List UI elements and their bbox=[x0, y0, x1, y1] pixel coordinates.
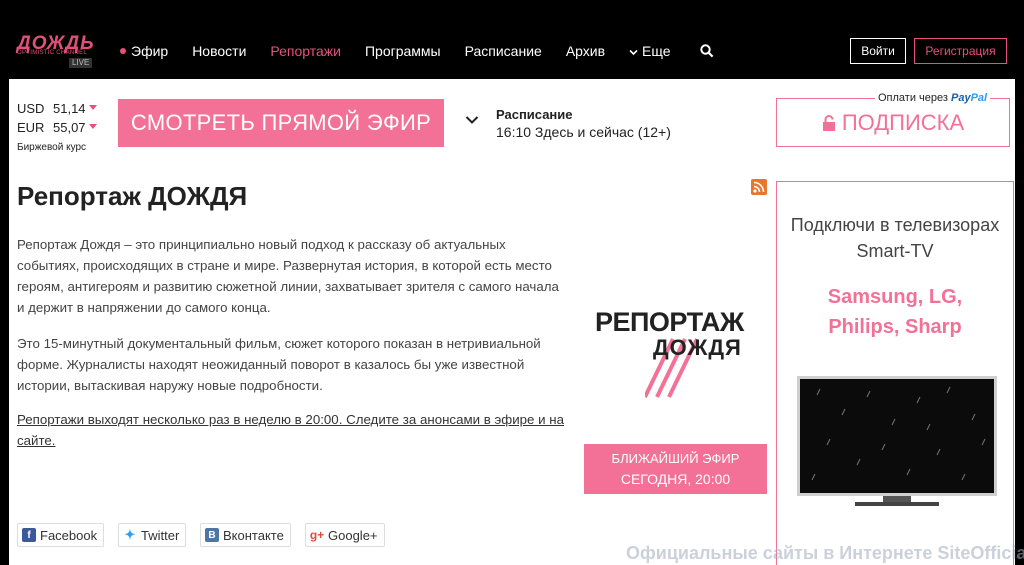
schedule-current-show: 16:10 Здесь и сейчас (12+) bbox=[496, 124, 671, 140]
share-facebook-button[interactable]: f Facebook bbox=[17, 523, 105, 547]
eur-code: EUR bbox=[17, 120, 45, 135]
article-schedule-link[interactable]: Репортажи выходят несколько раз в неделю… bbox=[17, 409, 569, 451]
usd-rate-row: USD 51,14 bbox=[17, 99, 97, 118]
nav-item-efir[interactable]: Эфир bbox=[120, 43, 168, 59]
nav-item-news[interactable]: Новости bbox=[192, 43, 246, 59]
usd-code: USD bbox=[17, 101, 45, 116]
paypal-note: Оплати через PayPal bbox=[875, 92, 991, 104]
article-paragraph-1: Репортаж Дождя – это принципиально новый… bbox=[17, 237, 559, 315]
share-googleplus-button[interactable]: g+ Google+ bbox=[305, 523, 385, 547]
main-content: USD 51,14 EUR 55,07 Биржевой курс СМОТРЕ… bbox=[9, 79, 1015, 565]
nav-item-more[interactable]: Еще bbox=[629, 43, 671, 59]
currency-rates: USD 51,14 EUR 55,07 Биржевой курс bbox=[17, 99, 97, 157]
nav-item-programs[interactable]: Программы bbox=[365, 43, 441, 59]
eur-value: 55,07 bbox=[53, 120, 86, 135]
schedule-now[interactable]: Расписание 16:10 Здесь и сейчас (12+) bbox=[496, 107, 671, 141]
lock-icon bbox=[822, 114, 835, 131]
page-title: Репортаж ДОЖДЯ bbox=[17, 181, 248, 211]
main-nav: Эфир Новости Репортажи Программы Расписа… bbox=[120, 42, 695, 60]
vkontakte-icon: B bbox=[205, 528, 219, 542]
logo-live-badge: LIVE bbox=[69, 58, 93, 68]
nav-item-schedule[interactable]: Расписание bbox=[465, 43, 542, 59]
share-vkontakte-button[interactable]: B Вконтакте bbox=[200, 523, 291, 547]
twitter-icon: ✦ bbox=[123, 527, 137, 542]
googleplus-icon: g+ bbox=[309, 528, 325, 542]
eur-rate-row: EUR 55,07 bbox=[17, 118, 97, 137]
site-logo[interactable]: ДОЖДЬ OPTIMISTIC CHANNEL LIVE bbox=[17, 34, 97, 68]
facebook-icon: f bbox=[22, 528, 36, 542]
schedule-title: Расписание bbox=[496, 107, 573, 122]
chevron-down-icon[interactable] bbox=[465, 115, 479, 125]
program-logo: РЕПОРТАЖ ДОЖДЯ bbox=[595, 307, 759, 403]
subscribe-button[interactable]: ПОДПИСКА bbox=[776, 98, 1010, 147]
logo-tagline: OPTIMISTIC CHANNEL bbox=[17, 50, 88, 56]
article-paragraph-2: Это 15-минутный документальный фильм, сю… bbox=[17, 336, 541, 393]
next-air-time: СЕГОДНЯ, 20:00 bbox=[620, 471, 731, 487]
register-button[interactable]: Регистрация bbox=[914, 38, 1007, 64]
nav-item-reports[interactable]: Репортажи bbox=[270, 43, 341, 59]
usd-value: 51,14 bbox=[53, 101, 86, 116]
search-icon[interactable] bbox=[700, 44, 714, 58]
program-logo-line2: ДОЖДЯ bbox=[653, 335, 742, 360]
tv-image bbox=[797, 376, 997, 506]
smart-tv-promo[interactable]: Подключи в телевизорах Smart-TV Samsung, … bbox=[776, 181, 1014, 565]
watermark-text: Официальные сайты в Интернете SiteOffici… bbox=[626, 543, 1024, 563]
live-dot-icon bbox=[120, 48, 126, 55]
trend-down-icon bbox=[89, 124, 97, 129]
promo-brands: Samsung, LG, Philips, Sharp bbox=[827, 286, 963, 338]
top-navigation-bar: ДОЖДЬ OPTIMISTIC CHANNEL LIVE Эфир Новос… bbox=[0, 0, 1024, 79]
chevron-down-icon bbox=[629, 49, 638, 55]
next-air-label: БЛИЖАЙШИЙ ЭФИР bbox=[611, 451, 740, 466]
share-twitter-button[interactable]: ✦ Twitter bbox=[118, 523, 187, 547]
next-air-button[interactable]: БЛИЖАЙШИЙ ЭФИР СЕГОДНЯ, 20:00 bbox=[584, 444, 767, 494]
tv-base bbox=[855, 502, 939, 506]
tv-screen bbox=[797, 376, 997, 496]
exchange-rate-note: Биржевой курс bbox=[17, 142, 87, 153]
promo-heading: Подключи в телевизорах Smart-TV bbox=[790, 215, 1000, 261]
program-logo-line1: РЕПОРТАЖ bbox=[595, 307, 744, 337]
paypal-logo: PayPal bbox=[951, 92, 988, 104]
login-button[interactable]: Войти bbox=[850, 38, 906, 64]
rss-icon[interactable] bbox=[751, 179, 767, 195]
nav-item-archive[interactable]: Архив bbox=[566, 43, 605, 59]
trend-down-icon bbox=[89, 105, 97, 110]
watch-live-button[interactable]: СМОТРЕТЬ ПРЯМОЙ ЭФИР bbox=[118, 99, 444, 147]
